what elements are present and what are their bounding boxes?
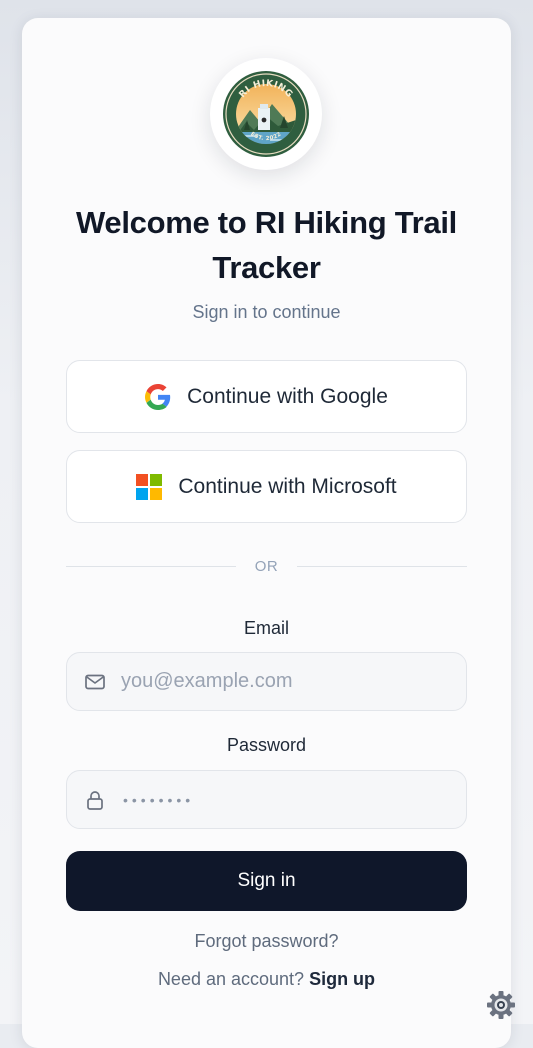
password-input[interactable]: •••••••• <box>123 792 194 808</box>
sign-in-button[interactable]: Sign in <box>66 851 467 911</box>
email-input[interactable] <box>121 670 441 693</box>
app-logo: RI HIKING EST. 2022 <box>210 58 322 170</box>
page-subtitle: Sign in to continue <box>192 302 341 322</box>
password-label: Password <box>226 735 307 755</box>
ri-hiking-badge-icon: RI HIKING EST. 2022 <box>223 71 309 157</box>
sign-up-link[interactable]: Sign up <box>309 969 375 989</box>
continue-with-microsoft-button[interactable]: Continue with Microsoft <box>66 450 467 523</box>
continue-with-google-button[interactable]: Continue with Google <box>66 360 467 433</box>
password-field[interactable]: •••••••• <box>66 770 467 829</box>
signup-prompt: Need an account? <box>157 969 305 989</box>
email-field[interactable] <box>66 652 467 711</box>
continue-with-google-label: Continue with Google <box>187 384 388 408</box>
signup-row: Need an account? Sign up <box>0 969 533 990</box>
page-title: Welcome to RI Hiking Trail Tracker <box>76 205 457 285</box>
or-divider: OR <box>66 556 467 578</box>
continue-with-microsoft-label: Continue with Microsoft <box>178 474 397 498</box>
microsoft-icon <box>136 473 163 500</box>
divider-line-right <box>297 566 467 567</box>
forgot-password-link[interactable]: Forgot password? <box>0 931 533 952</box>
google-icon <box>145 383 171 410</box>
lock-icon <box>87 790 103 810</box>
email-label: Email <box>243 618 289 638</box>
gear-icon[interactable] <box>486 990 516 1020</box>
mail-icon <box>85 674 105 689</box>
